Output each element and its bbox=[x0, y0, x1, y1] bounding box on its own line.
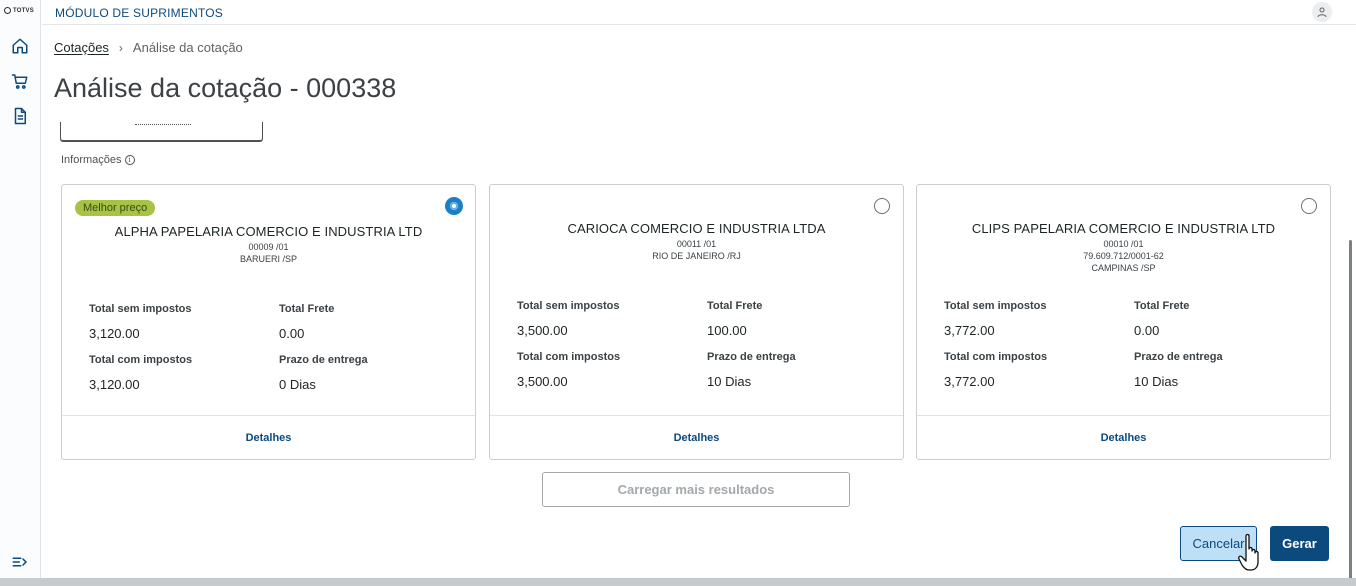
metric-value: 0.00 bbox=[1134, 323, 1160, 338]
bottom-edge bbox=[0, 578, 1356, 586]
supplier-select-radio[interactable] bbox=[446, 198, 462, 214]
metric-value: 3,772.00 bbox=[944, 323, 995, 338]
supplier-location: RIO DE JANEIRO /RJ bbox=[652, 251, 741, 261]
details-link[interactable]: Detalhes bbox=[674, 432, 720, 444]
metric-total-com-impostos: Total com impostos 3,120.00 bbox=[89, 354, 192, 392]
metric-total-sem-impostos: Total sem impostos 3,500.00 bbox=[517, 300, 619, 338]
metric-label: Total Frete bbox=[279, 303, 335, 315]
breadcrumb-current: Análise da cotação bbox=[132, 40, 243, 55]
metric-total-com-impostos: Total com impostos 3,500.00 bbox=[517, 351, 620, 389]
metric-prazo-entrega: Prazo de entrega 10 Dias bbox=[707, 351, 796, 389]
metric-value: 0 Dias bbox=[279, 377, 316, 392]
supplier-name: CLIPS PAPELARIA COMERCIO E INDUSTRIA LTD bbox=[971, 221, 1276, 236]
totvs-logo: TOTVS bbox=[4, 7, 34, 14]
metric-value: 10 Dias bbox=[1134, 374, 1179, 389]
documents-button[interactable] bbox=[8, 104, 32, 128]
logo-ring-icon bbox=[4, 7, 11, 14]
details-link[interactable]: Detalhes bbox=[246, 432, 292, 444]
module-title: MÓDULO DE SUPRIMENTOS bbox=[55, 6, 223, 20]
breadcrumb-separator-icon: › bbox=[118, 40, 123, 55]
metric-label: Total Frete bbox=[707, 300, 763, 312]
metric-label: Prazo de entrega bbox=[1134, 351, 1223, 363]
load-more-button[interactable]: Carregar mais resultados bbox=[542, 472, 850, 507]
supplier-code: 00011 /01 bbox=[676, 239, 717, 249]
expand-menu-button[interactable] bbox=[8, 550, 32, 574]
metric-value: 3,500.00 bbox=[517, 323, 568, 338]
scrolled-field[interactable] bbox=[60, 122, 263, 141]
breadcrumb-link-cotacoes[interactable]: Cotações bbox=[54, 40, 109, 55]
metric-value: 10 Dias bbox=[707, 374, 752, 389]
metric-value: 3,120.00 bbox=[89, 326, 140, 341]
card-footer: Detalhes bbox=[917, 415, 1330, 459]
user-menu-button[interactable] bbox=[1312, 2, 1332, 22]
metric-prazo-entrega: Prazo de entrega 0 Dias bbox=[279, 354, 368, 392]
metric-value: 3,500.00 bbox=[517, 374, 568, 389]
details-link[interactable]: Detalhes bbox=[1101, 432, 1147, 444]
supplier-code: 00010 /01 bbox=[1103, 239, 1144, 249]
supplier-header: CARIOCA COMERCIO E INDUSTRIA LTDA 00011 … bbox=[490, 221, 903, 262]
supplier-code: 00009 /01 bbox=[248, 242, 289, 252]
vertical-scrollbar[interactable] bbox=[1349, 240, 1352, 580]
supplier-name: CARIOCA COMERCIO E INDUSTRIA LTDA bbox=[567, 221, 826, 236]
supplier-tax-id: 79.609.712/0001-62 bbox=[1083, 251, 1164, 261]
metric-label: Total com impostos bbox=[89, 354, 193, 366]
best-price-badge: Melhor preço bbox=[75, 200, 156, 216]
metric-prazo-entrega: Prazo de entrega 10 Dias bbox=[1134, 351, 1223, 389]
supplier-name: ALPHA PAPELARIA COMERCIO E INDUSTRIA LTD bbox=[114, 224, 423, 239]
menu-expand-icon bbox=[12, 557, 28, 567]
top-header: MÓDULO DE SUPRIMENTOS bbox=[42, 0, 1356, 25]
metric-label: Total sem impostos bbox=[89, 303, 192, 315]
metric-label: Total com impostos bbox=[944, 351, 1048, 363]
logo-text: TOTVS bbox=[13, 7, 34, 14]
metric-value: 3,120.00 bbox=[89, 377, 140, 392]
breadcrumb: Cotações › Análise da cotação bbox=[54, 40, 243, 55]
supplier-card: Melhor preço ALPHA PAPELARIA COMERCIO E … bbox=[61, 184, 476, 460]
metric-total-frete: Total Frete 100.00 bbox=[707, 300, 762, 338]
metric-label: Total Frete bbox=[1134, 300, 1190, 312]
supplier-header: CLIPS PAPELARIA COMERCIO E INDUSTRIA LTD… bbox=[917, 221, 1330, 274]
purchases-button[interactable] bbox=[8, 69, 32, 93]
page-title: Análise da cotação - 000338 bbox=[54, 73, 397, 103]
metric-value: 3,772.00 bbox=[944, 374, 995, 389]
metric-label: Total com impostos bbox=[517, 351, 621, 363]
metric-total-frete: Total Frete 0.00 bbox=[1134, 300, 1189, 338]
generate-button[interactable]: Gerar bbox=[1270, 526, 1329, 561]
supplier-location: BARUERI /SP bbox=[239, 254, 297, 264]
info-label-text: Informações bbox=[61, 154, 122, 166]
metric-total-frete: Total Frete 0.00 bbox=[279, 303, 334, 341]
supplier-select-radio[interactable] bbox=[1301, 198, 1317, 214]
info-section-label: Informações i bbox=[61, 154, 135, 166]
card-footer: Detalhes bbox=[490, 415, 903, 459]
side-menu: TOTVS bbox=[0, 0, 41, 586]
metric-label: Prazo de entrega bbox=[707, 351, 796, 363]
document-icon bbox=[14, 107, 26, 125]
metric-total-sem-impostos: Total sem impostos 3,120.00 bbox=[89, 303, 191, 341]
home-icon bbox=[12, 38, 28, 54]
supplier-select-radio[interactable] bbox=[874, 198, 890, 214]
metric-total-sem-impostos: Total sem impostos 3,772.00 bbox=[944, 300, 1046, 338]
supplier-card: CLIPS PAPELARIA COMERCIO E INDUSTRIA LTD… bbox=[916, 184, 1331, 460]
card-footer: Detalhes bbox=[62, 415, 475, 459]
supplier-card: CARIOCA COMERCIO E INDUSTRIA LTDA 00011 … bbox=[489, 184, 904, 460]
supplier-header: ALPHA PAPELARIA COMERCIO E INDUSTRIA LTD… bbox=[62, 224, 475, 265]
metric-total-com-impostos: Total com impostos 3,772.00 bbox=[944, 351, 1047, 389]
cart-icon bbox=[11, 74, 28, 89]
user-icon bbox=[1317, 7, 1327, 18]
home-button[interactable] bbox=[8, 34, 32, 58]
metric-label: Total sem impostos bbox=[944, 300, 1047, 312]
info-icon[interactable]: i bbox=[124, 155, 135, 165]
metric-label: Prazo de entrega bbox=[279, 354, 368, 366]
scrolled-field-content bbox=[135, 124, 191, 128]
metric-label: Total sem impostos bbox=[517, 300, 620, 312]
hand-cursor-icon bbox=[1238, 533, 1259, 571]
metric-value: 100.00 bbox=[707, 323, 747, 338]
supplier-location: CAMPINAS /SP bbox=[1091, 263, 1156, 273]
metric-value: 0.00 bbox=[279, 326, 305, 341]
